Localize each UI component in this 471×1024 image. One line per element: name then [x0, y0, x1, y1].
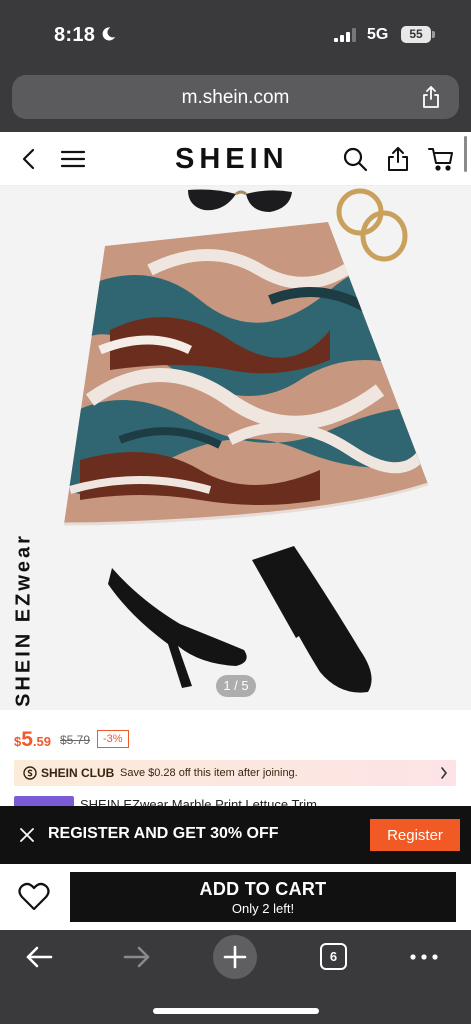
chevron-right-icon [441, 767, 448, 779]
home-indicator [153, 1008, 319, 1014]
register-button[interactable]: Register [370, 819, 460, 851]
register-promo-text: REGISTER AND GET 30% OFF [48, 825, 279, 842]
back-icon[interactable] [16, 146, 42, 172]
shein-club-banner[interactable]: SHEIN CLUB Save $0.28 off this item afte… [14, 760, 456, 786]
back-arrow-icon[interactable] [24, 942, 54, 972]
close-icon[interactable] [20, 828, 34, 842]
forward-arrow-icon[interactable] [122, 942, 152, 972]
signal-icon [334, 28, 356, 42]
status-bar: 8:18 5G 55 [0, 0, 471, 70]
skirt-image [63, 222, 429, 526]
plus-icon [223, 945, 247, 969]
browser-toolbar: 6 [0, 930, 471, 1024]
network-indicator: 5G [367, 26, 389, 43]
stock-note: Only 2 left! [231, 901, 295, 916]
url-text: m.shein.com [181, 87, 290, 108]
url-bar[interactable]: m.shein.com [12, 75, 459, 119]
original-price: $5.79 [60, 733, 91, 747]
battery-indicator: 55 [401, 26, 431, 43]
heart-icon[interactable] [18, 882, 50, 912]
moon-icon [102, 27, 116, 41]
shein-logo[interactable]: SHEIN [175, 143, 289, 176]
heels-image [108, 546, 372, 693]
site-header: SHEIN [0, 132, 471, 186]
product-info: $5.59 $5.79 -3% SHEIN CLUB Save $0.28 of… [0, 710, 471, 806]
cart-icon[interactable] [428, 146, 454, 172]
club-offer-text: Save $0.28 off this item after joining. [120, 767, 298, 779]
add-to-cart-button[interactable]: ADD TO CART Only 2 left! [70, 872, 456, 922]
brand-watermark: SHEIN EZwear [12, 533, 35, 707]
new-tab-button[interactable] [213, 935, 257, 979]
image-counter: 1 / 5 [216, 675, 256, 697]
discount-badge: -3% [97, 730, 129, 748]
browser-top-bar: m.shein.com [0, 70, 471, 132]
earrings-image [336, 188, 408, 262]
product-photo [63, 188, 429, 693]
share-icon[interactable] [421, 85, 441, 109]
register-banner: REGISTER AND GET 30% OFF Register [0, 806, 471, 864]
more-icon[interactable] [408, 942, 440, 972]
add-to-cart-bar: ADD TO CART Only 2 left! [0, 864, 471, 930]
status-time: 8:18 [54, 24, 96, 46]
promo-tag [14, 796, 74, 806]
product-title[interactable]: SHEIN EZwear Marble Print Lettuce Trim [80, 797, 317, 806]
product-image[interactable]: SHEIN EZwear [0, 186, 471, 710]
scrollbar-thumb[interactable] [464, 136, 467, 172]
current-price: $5.59 [14, 728, 51, 751]
sunglasses-image [188, 189, 292, 212]
share-icon[interactable] [385, 146, 411, 172]
battery-cap [432, 31, 435, 38]
club-name: SHEIN CLUB [41, 766, 115, 780]
add-to-cart-label: ADD TO CART [199, 879, 327, 899]
menu-icon[interactable] [60, 146, 86, 172]
club-icon [23, 766, 37, 780]
tabs-button[interactable]: 6 [320, 943, 347, 970]
search-icon[interactable] [342, 146, 368, 172]
